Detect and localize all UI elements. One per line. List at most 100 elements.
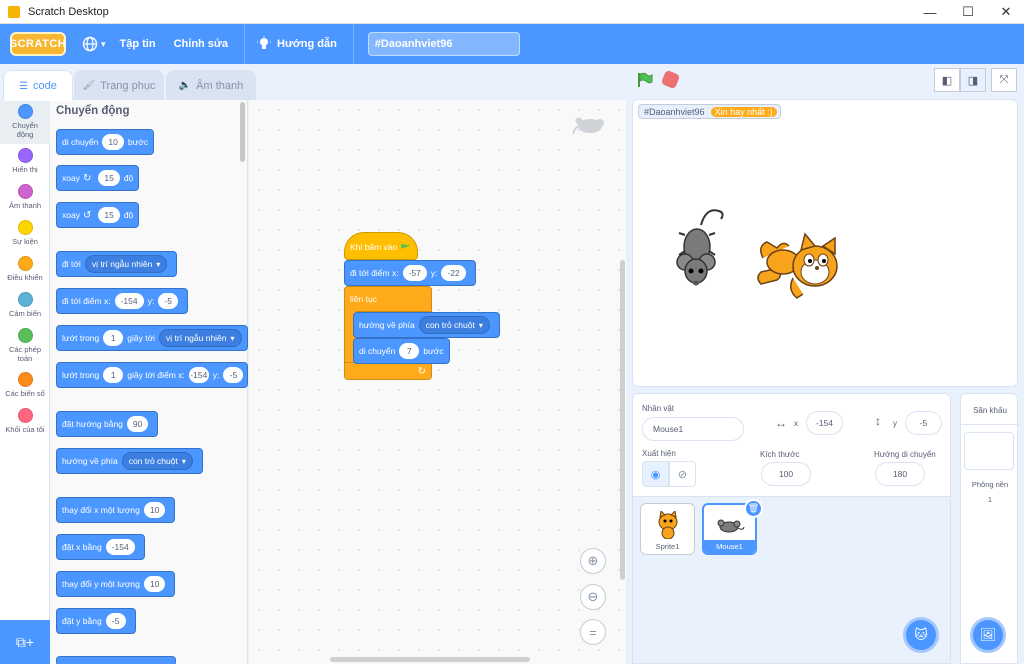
- fullscreen-button[interactable]: ⤧: [991, 68, 1017, 92]
- stage-thumbnail[interactable]: [964, 432, 1014, 470]
- small-stage-button[interactable]: ◧: [934, 68, 960, 92]
- block-turn-right[interactable]: xoay ↻ 15 độ: [56, 165, 140, 191]
- category-motion[interactable]: Chuyển động: [0, 100, 50, 144]
- category-events[interactable]: Sự kiện: [0, 220, 50, 246]
- stop-button[interactable]: [660, 69, 681, 90]
- scripts-horizontal-scrollbar[interactable]: [330, 657, 530, 662]
- add-extension-button[interactable]: ⧉+: [0, 620, 50, 664]
- sprite-name-input[interactable]: Mouse1: [642, 417, 744, 441]
- category-operators[interactable]: Các phép toán: [0, 328, 50, 363]
- delete-sprite-button[interactable]: 🗑: [744, 499, 763, 518]
- block-turn-left[interactable]: xoay ↺ 15 độ: [56, 202, 140, 228]
- maximize-icon[interactable]: ☐: [950, 0, 986, 24]
- language-menu[interactable]: ▾: [82, 36, 106, 52]
- loop-arrow-icon: ↻: [417, 365, 426, 377]
- y-input[interactable]: -5: [905, 411, 942, 435]
- script-move[interactable]: di chuyển 7 bước: [353, 338, 450, 364]
- scripts-area[interactable]: [249, 100, 626, 664]
- block-set-y[interactable]: đặt y bằng -5: [56, 608, 136, 634]
- block-glide-xy[interactable]: lướt trong 1 giây tới điểm x: -154 y: -5: [56, 362, 248, 388]
- block-point-direction[interactable]: đặt hướng bằng 90: [56, 411, 159, 437]
- block-input[interactable]: 10: [143, 576, 166, 592]
- zoom-out-button[interactable]: ⊖: [580, 584, 606, 610]
- block-move[interactable]: di chuyển 10 bước: [56, 129, 155, 155]
- block-text: y:: [147, 296, 155, 306]
- size-input[interactable]: 100: [761, 462, 811, 486]
- sprite-name-label: Nhân vật: [642, 404, 675, 413]
- block-goto-xy[interactable]: đi tới điểm x: -154 y: -5: [56, 288, 189, 314]
- block-glide[interactable]: lướt trong 1 giây tới vị trí ngẫu nhiên: [56, 325, 248, 351]
- category-control[interactable]: Điều khiển: [0, 256, 50, 282]
- green-flag-button[interactable]: [637, 72, 653, 88]
- block-input[interactable]: -5: [223, 367, 244, 383]
- script-forever[interactable]: liên tục: [344, 286, 432, 312]
- block-partial[interactable]: [56, 656, 176, 664]
- block-input[interactable]: 10: [143, 502, 166, 518]
- close-icon[interactable]: ✕: [988, 0, 1024, 24]
- eye-slash-icon: ⊘: [677, 468, 688, 481]
- category-variables[interactable]: Các biến số: [0, 372, 50, 398]
- block-input[interactable]: 1: [103, 367, 124, 383]
- show-sprite-button[interactable]: ◉: [642, 461, 669, 487]
- block-text: bước: [127, 137, 149, 147]
- block-dropdown[interactable]: vị trí ngẫu nhiên: [84, 255, 168, 273]
- mouse-thumb-icon: [717, 519, 744, 533]
- category-label: Âm thanh: [8, 201, 42, 210]
- block-input[interactable]: 7: [399, 343, 420, 359]
- block-text: độ: [123, 173, 134, 183]
- block-dropdown[interactable]: con trỏ chuột: [121, 452, 193, 470]
- zoom-reset-button[interactable]: =: [580, 619, 606, 645]
- block-change-y[interactable]: thay đổi y một lượng 10: [56, 571, 176, 597]
- block-input[interactable]: -154: [105, 539, 135, 555]
- tab-sounds[interactable]: 🔈 Âm thanh: [166, 70, 256, 100]
- block-input[interactable]: -22: [441, 265, 466, 281]
- tab-costumes[interactable]: 🖌 Trang phục: [74, 70, 164, 100]
- block-point-towards[interactable]: hướng về phía con trỏ chuột: [56, 448, 203, 474]
- edit-menu[interactable]: Chỉnh sửa: [174, 38, 228, 50]
- block-dropdown[interactable]: vị trí ngẫu nhiên: [159, 329, 242, 347]
- block-set-x[interactable]: đặt x bằng -154: [56, 534, 145, 560]
- zoom-in-button[interactable]: ⊕: [580, 548, 606, 574]
- minimize-icon[interactable]: —: [912, 0, 948, 24]
- direction-input[interactable]: 180: [875, 462, 925, 486]
- category-looks[interactable]: Hiển thị: [0, 148, 50, 174]
- block-input[interactable]: -154: [114, 293, 144, 309]
- block-input[interactable]: 90: [126, 416, 149, 432]
- script-point-towards[interactable]: hướng về phía con trỏ chuột: [353, 312, 500, 338]
- block-input[interactable]: -5: [158, 293, 179, 309]
- stage-canvas[interactable]: [632, 99, 1018, 387]
- palette-scrollbar[interactable]: [240, 102, 245, 162]
- rotate-left-icon: ↺: [82, 209, 92, 221]
- block-goto[interactable]: đi tới vị trí ngẫu nhiên: [56, 251, 178, 277]
- category-sensing[interactable]: Cảm biến: [0, 292, 50, 318]
- block-change-x[interactable]: thay đổi x một lượng 10: [56, 497, 176, 523]
- sprite-thumb-sprite1[interactable]: Sprite1: [640, 503, 695, 555]
- file-menu[interactable]: Tập tin: [120, 38, 156, 50]
- block-input[interactable]: 10: [102, 134, 124, 150]
- hide-sprite-button[interactable]: ⊘: [669, 461, 696, 487]
- category-label: Khối của tôi: [5, 425, 45, 434]
- category-label: Điều khiển: [7, 273, 43, 282]
- scripts-vertical-scrollbar[interactable]: [620, 260, 625, 580]
- block-input[interactable]: -5: [105, 613, 126, 629]
- choose-backdrop-button[interactable]: 🖼: [970, 617, 1006, 653]
- project-title-input[interactable]: #Daoanhviet96: [367, 32, 520, 56]
- block-input[interactable]: -154: [188, 367, 209, 383]
- tutorials-menu[interactable]: Hướng dẫn: [257, 36, 337, 52]
- block-input[interactable]: 1: [103, 330, 124, 346]
- category-sound[interactable]: Âm thanh: [0, 184, 50, 210]
- script-hat-when-flag-clicked[interactable]: Khi bấm vào: [344, 232, 418, 260]
- normal-stage-button[interactable]: ◨: [960, 68, 986, 92]
- block-input[interactable]: 15: [98, 170, 120, 186]
- block-input[interactable]: 15: [98, 207, 120, 223]
- category-menu: Chuyển động Hiển thị Âm thanh Sự kiện Đi…: [0, 100, 50, 620]
- block-dropdown[interactable]: con trỏ chuột: [418, 316, 490, 334]
- block-input[interactable]: -57: [402, 265, 427, 281]
- choose-sprite-button[interactable]: 🐱: [903, 617, 939, 653]
- tab-code[interactable]: ☰ code: [3, 70, 73, 101]
- scratch-logo[interactable]: SCRATCH: [10, 32, 66, 56]
- script-goto-xy[interactable]: đi tới điểm x: -57 y: -22: [344, 260, 476, 286]
- category-my-blocks[interactable]: Khối của tôi: [0, 408, 50, 434]
- x-input[interactable]: -154: [806, 411, 843, 435]
- looks-dot-icon: [17, 148, 33, 163]
